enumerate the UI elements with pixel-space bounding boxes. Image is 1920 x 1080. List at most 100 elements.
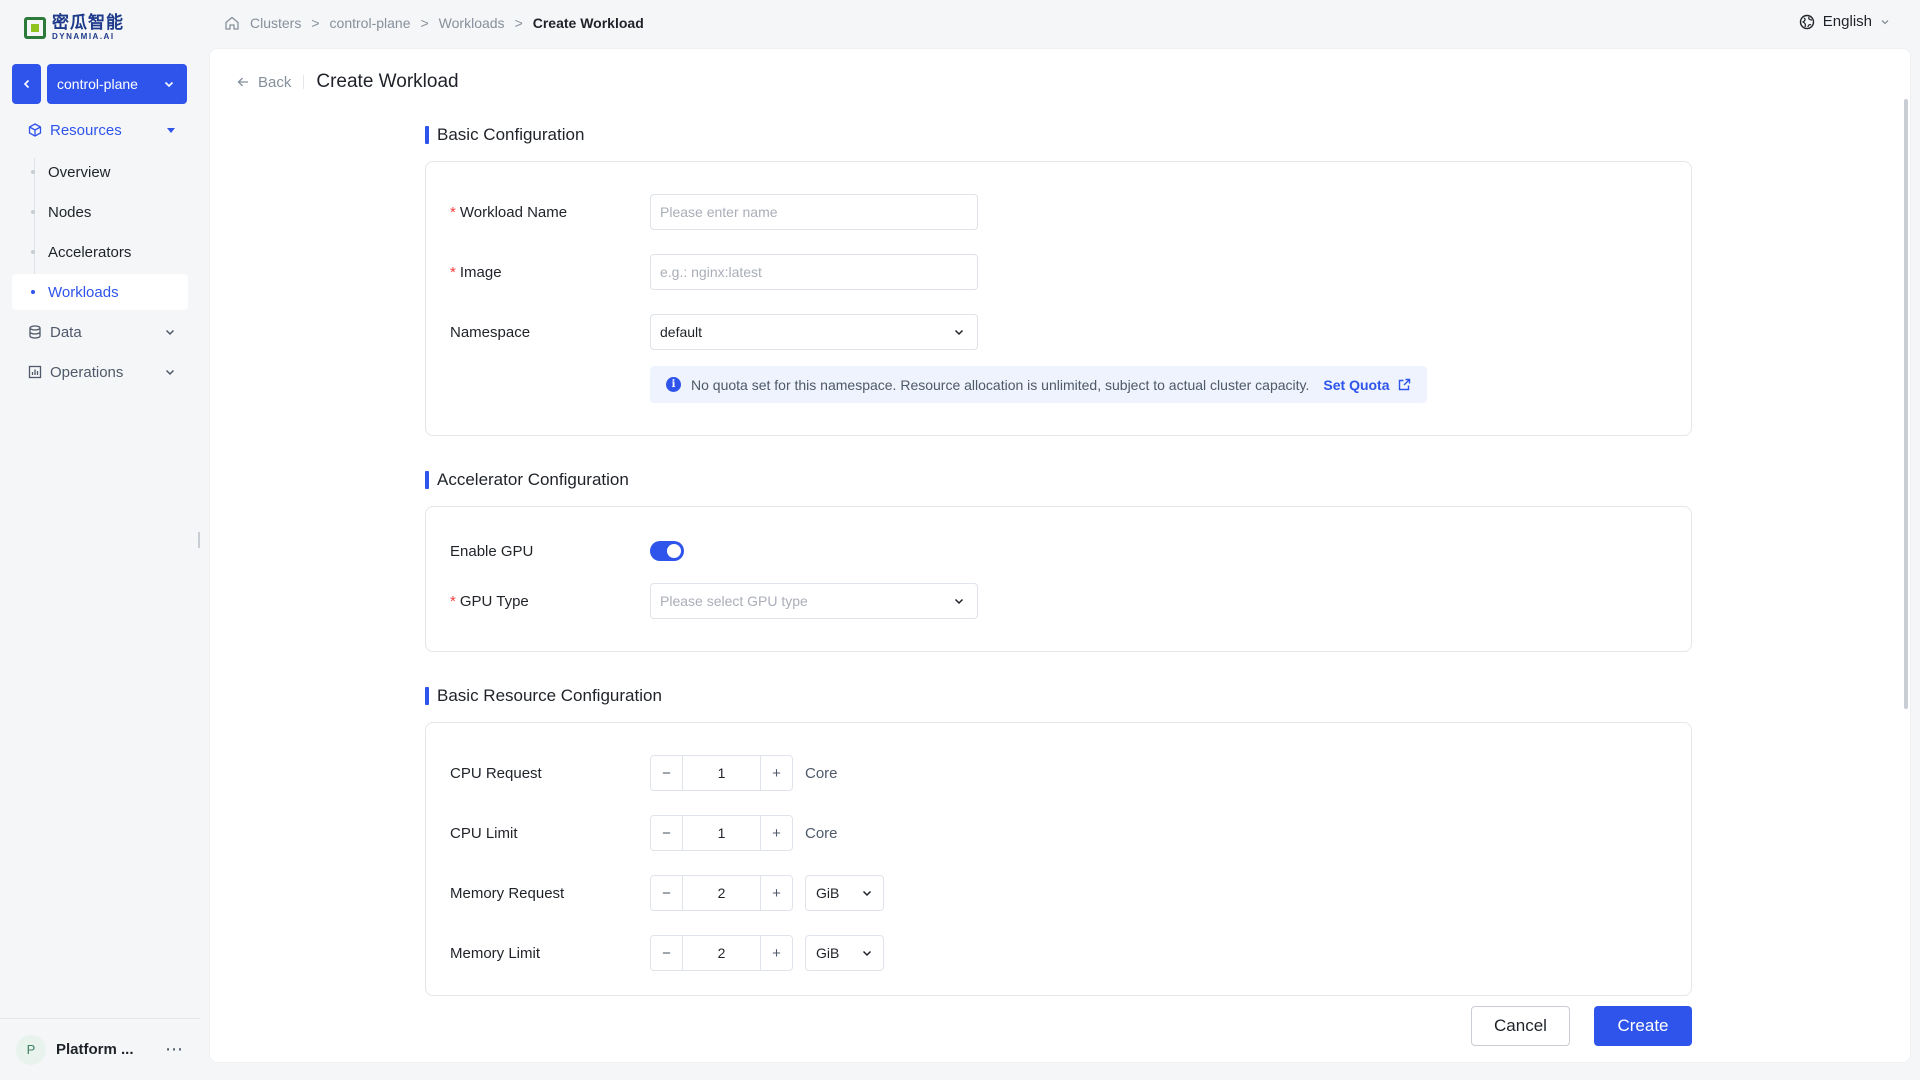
cpu-limit-value[interactable]: 1	[683, 816, 760, 850]
section-basic-config: *Workload Name *Image Namespace default …	[425, 161, 1692, 436]
nav-group-resources[interactable]: Resources	[12, 114, 188, 146]
memory-request-unit: GiB	[816, 885, 840, 901]
set-quota-link[interactable]: Set Quota	[1323, 377, 1410, 393]
enable-gpu-label: Enable GPU	[450, 542, 534, 560]
sidebar-item-label: Overview	[48, 163, 111, 181]
external-link-icon	[1398, 378, 1410, 391]
memory-limit-stepper: − 2 +	[650, 935, 793, 971]
nav-group-label: Resources	[50, 121, 122, 139]
topbar: Clusters > control-plane > Workloads > C…	[200, 0, 1920, 46]
sidebar-nav: Resources Overview Nodes Accelerators Wo…	[12, 114, 188, 396]
enable-gpu-toggle[interactable]	[650, 541, 684, 561]
nav-sub-resources: Overview Nodes Accelerators Workloads	[12, 154, 188, 310]
nav-dot	[31, 210, 35, 214]
nav-group-label: Data	[50, 323, 82, 341]
image-label: * Image	[450, 263, 502, 281]
breadcrumb-workloads[interactable]: Workloads	[439, 15, 505, 31]
avatar[interactable]: P	[16, 1034, 46, 1065]
decrement-button[interactable]: −	[651, 816, 683, 850]
sidebar-item-label: Workloads	[48, 283, 119, 301]
home-icon[interactable]	[224, 15, 240, 31]
more-options-icon[interactable]: ⋯	[165, 1039, 184, 1060]
breadcrumb-separator: >	[420, 15, 429, 31]
sidebar-resize-handle[interactable]	[198, 532, 200, 548]
required-mark: *	[450, 263, 456, 281]
cluster-select[interactable]: control-plane	[47, 64, 187, 104]
cpu-request-value[interactable]: 1	[683, 756, 760, 790]
memory-limit-unit: GiB	[816, 945, 840, 961]
form-row-memory-limit: Memory Limit − 2 + GiB	[450, 935, 1667, 971]
breadcrumb-separator: >	[514, 15, 523, 31]
workload-name-label: * Workload Name	[450, 203, 568, 221]
memory-request-unit-select[interactable]: GiB	[805, 875, 884, 911]
caret-down-icon	[167, 128, 175, 133]
brand-logo[interactable]: 密瓜智能 DYNAMIA.AI	[24, 14, 124, 41]
section-accelerator-config: Enable GPU * GPU Type Please select GPU t…	[425, 506, 1692, 652]
workload-form: Basic Configuration *Workload Name *Imag…	[425, 125, 1692, 1037]
memory-request-stepper: − 2 +	[650, 875, 793, 911]
nav-dot	[31, 250, 35, 254]
language-select[interactable]: English	[1799, 13, 1890, 30]
sidebar-item-accelerators[interactable]: Accelerators	[12, 234, 188, 270]
cluster-select-value: control-plane	[57, 76, 138, 92]
breadcrumb-cluster[interactable]: control-plane	[330, 15, 411, 31]
chevron-down-icon	[954, 329, 964, 336]
namespace-select[interactable]: default	[650, 314, 978, 350]
required-mark: *	[450, 592, 456, 610]
decrement-button[interactable]: −	[651, 936, 683, 970]
logo-text-en: DYNAMIA.AI	[52, 32, 115, 41]
workload-name-input[interactable]	[650, 194, 978, 230]
form-row-memory-request: Memory Request − 2 + GiB	[450, 875, 1667, 911]
page-title: Create Workload	[316, 71, 459, 92]
back-label: Back	[258, 73, 292, 91]
sidebar-item-label: Accelerators	[48, 243, 132, 261]
globe-icon	[1799, 14, 1814, 29]
form-row-cpu-request: CPU Request − 1 + Core	[450, 755, 1667, 791]
decrement-button[interactable]: −	[651, 876, 683, 910]
back-button[interactable]: Back	[236, 74, 291, 91]
increment-button[interactable]: +	[760, 816, 792, 850]
main-panel: Back Create Workload Basic Configuration…	[209, 48, 1911, 1063]
form-actions: Cancel Create	[1471, 1006, 1692, 1046]
section-title-accelerator: Accelerator Configuration	[425, 470, 1692, 490]
logo-icon	[24, 16, 46, 39]
increment-button[interactable]: +	[760, 876, 792, 910]
nav-group-label: Operations	[50, 363, 124, 381]
gpu-type-select[interactable]: Please select GPU type	[650, 583, 978, 619]
cpu-limit-unit: Core	[805, 824, 838, 842]
chart-icon	[28, 365, 42, 379]
sidebar-item-nodes[interactable]: Nodes	[12, 194, 188, 230]
cube-icon	[28, 123, 42, 137]
memory-request-value[interactable]: 2	[683, 876, 760, 910]
section-resource-config: CPU Request − 1 + Core CPU Limit − 1 + C…	[425, 722, 1692, 996]
increment-button[interactable]: +	[760, 936, 792, 970]
chevron-down-icon	[862, 890, 872, 897]
header-divider	[303, 75, 305, 89]
quota-notice: i No quota set for this namespace. Resou…	[650, 366, 1427, 403]
namespace-value: default	[660, 324, 703, 340]
breadcrumb-clusters[interactable]: Clusters	[250, 15, 301, 31]
quota-notice-text: No quota set for this namespace. Resourc…	[691, 376, 1310, 393]
create-button[interactable]: Create	[1594, 1006, 1692, 1046]
breadcrumb: Clusters > control-plane > Workloads > C…	[224, 15, 644, 31]
scrollbar[interactable]	[1904, 99, 1908, 709]
breadcrumb-current: Create Workload	[532, 15, 644, 31]
namespace-label: Namespace	[450, 323, 531, 341]
language-label: English	[1822, 13, 1872, 30]
memory-limit-value[interactable]: 2	[683, 936, 760, 970]
chevron-left-icon	[23, 79, 29, 89]
cpu-request-label: CPU Request	[450, 764, 542, 782]
increment-button[interactable]: +	[760, 756, 792, 790]
section-title-basic: Basic Configuration	[425, 125, 1692, 145]
decrement-button[interactable]: −	[651, 756, 683, 790]
nav-group-data[interactable]: Data	[12, 316, 188, 348]
cancel-button[interactable]: Cancel	[1471, 1006, 1570, 1046]
sidebar-item-overview[interactable]: Overview	[12, 154, 188, 190]
gpu-type-label: * GPU Type	[450, 592, 529, 610]
chevron-down-icon	[164, 81, 174, 88]
image-input[interactable]	[650, 254, 978, 290]
nav-group-operations[interactable]: Operations	[12, 356, 188, 388]
collapse-sidebar-button[interactable]	[12, 64, 41, 104]
sidebar-item-workloads[interactable]: Workloads	[12, 274, 188, 310]
memory-limit-unit-select[interactable]: GiB	[805, 935, 884, 971]
